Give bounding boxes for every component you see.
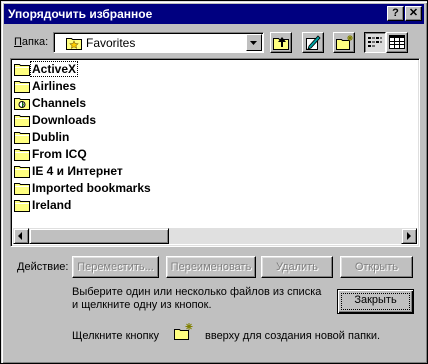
organize-favorites-dialog: Упорядочить избранное ? ✕ Папка: Favorit… <box>0 0 428 364</box>
up-one-level-button[interactable] <box>270 32 292 53</box>
move-button[interactable]: Переместить... <box>72 256 159 278</box>
folder-icon <box>14 164 30 181</box>
details-view-icon <box>389 35 405 49</box>
hint-line-1: Выберите один или несколько файлов из сп… <box>72 286 322 298</box>
arrow-right-icon <box>407 232 411 240</box>
folder-icon <box>14 130 30 147</box>
actions-label: Действие: <box>17 261 69 273</box>
details-view-button[interactable] <box>386 32 408 53</box>
folder-combo-value: Favorites <box>86 36 136 50</box>
folder-label: Папка: <box>14 36 49 48</box>
channels-folder-icon <box>14 96 30 113</box>
folder-combo-dropdown-button[interactable] <box>246 34 262 51</box>
list-item-label: Imported bookmarks <box>32 181 151 195</box>
close-button-label: Закрыть <box>341 293 410 310</box>
folder-icon <box>14 198 30 215</box>
delete-button[interactable]: Удалить <box>261 256 333 278</box>
list-item-label: Downloads <box>32 113 97 127</box>
help-button[interactable]: ? <box>387 6 404 21</box>
open-button[interactable]: Открыть <box>340 256 413 278</box>
new-folder-button[interactable] <box>333 32 355 53</box>
folder-combo[interactable]: Favorites <box>53 32 264 53</box>
chevron-down-icon <box>250 41 257 45</box>
folder-label-rest: апка: <box>21 36 49 48</box>
folder-icon <box>14 147 30 164</box>
new-folder-icon <box>336 35 353 50</box>
scroll-right-button[interactable] <box>401 228 417 244</box>
new-folder-hint-end: вверху для создания новой папки. <box>205 330 381 342</box>
close-window-button[interactable]: ✕ <box>405 6 422 21</box>
list-item-label: Channels <box>32 96 87 110</box>
favorites-list[interactable]: ActiveX Airlines Channels Downloads Dublin Fr… <box>10 58 420 247</box>
list-item-label: ActiveX <box>29 61 79 77</box>
arrow-left-icon <box>18 232 22 240</box>
list-item-label: From ICQ <box>32 147 87 161</box>
folder-icon <box>14 62 30 79</box>
list-item-label: Ireland <box>32 198 72 212</box>
new-folder-hint-start: Щелкните кнопку <box>72 330 160 342</box>
scroll-left-button[interactable] <box>13 228 29 244</box>
close-button[interactable]: Закрыть <box>337 289 414 314</box>
properties-button[interactable] <box>302 32 324 53</box>
folder-icon <box>14 79 30 96</box>
hint-line-2: и щелкните одну из кнопок. <box>72 299 212 311</box>
scrollbar-thumb[interactable] <box>29 228 169 244</box>
folder-icon <box>14 113 30 130</box>
list-view-icon <box>368 37 382 47</box>
window-title: Упорядочить избранное <box>8 7 153 21</box>
horizontal-scrollbar[interactable] <box>13 228 417 244</box>
list-view-button[interactable] <box>364 32 386 53</box>
list-item-label: Airlines <box>32 79 77 93</box>
title-bar[interactable]: Упорядочить избранное ? ✕ <box>4 4 424 24</box>
list-item-label: Dublin <box>32 130 70 144</box>
list-item-label: IE 4 и Интернет <box>32 164 123 178</box>
favorites-folder-icon <box>66 36 82 53</box>
properties-icon <box>306 35 321 50</box>
folder-icon <box>14 181 30 198</box>
new-folder-hint-icon <box>174 323 194 343</box>
rename-button[interactable]: Переименовать <box>166 256 256 278</box>
up-one-level-icon <box>273 37 289 50</box>
